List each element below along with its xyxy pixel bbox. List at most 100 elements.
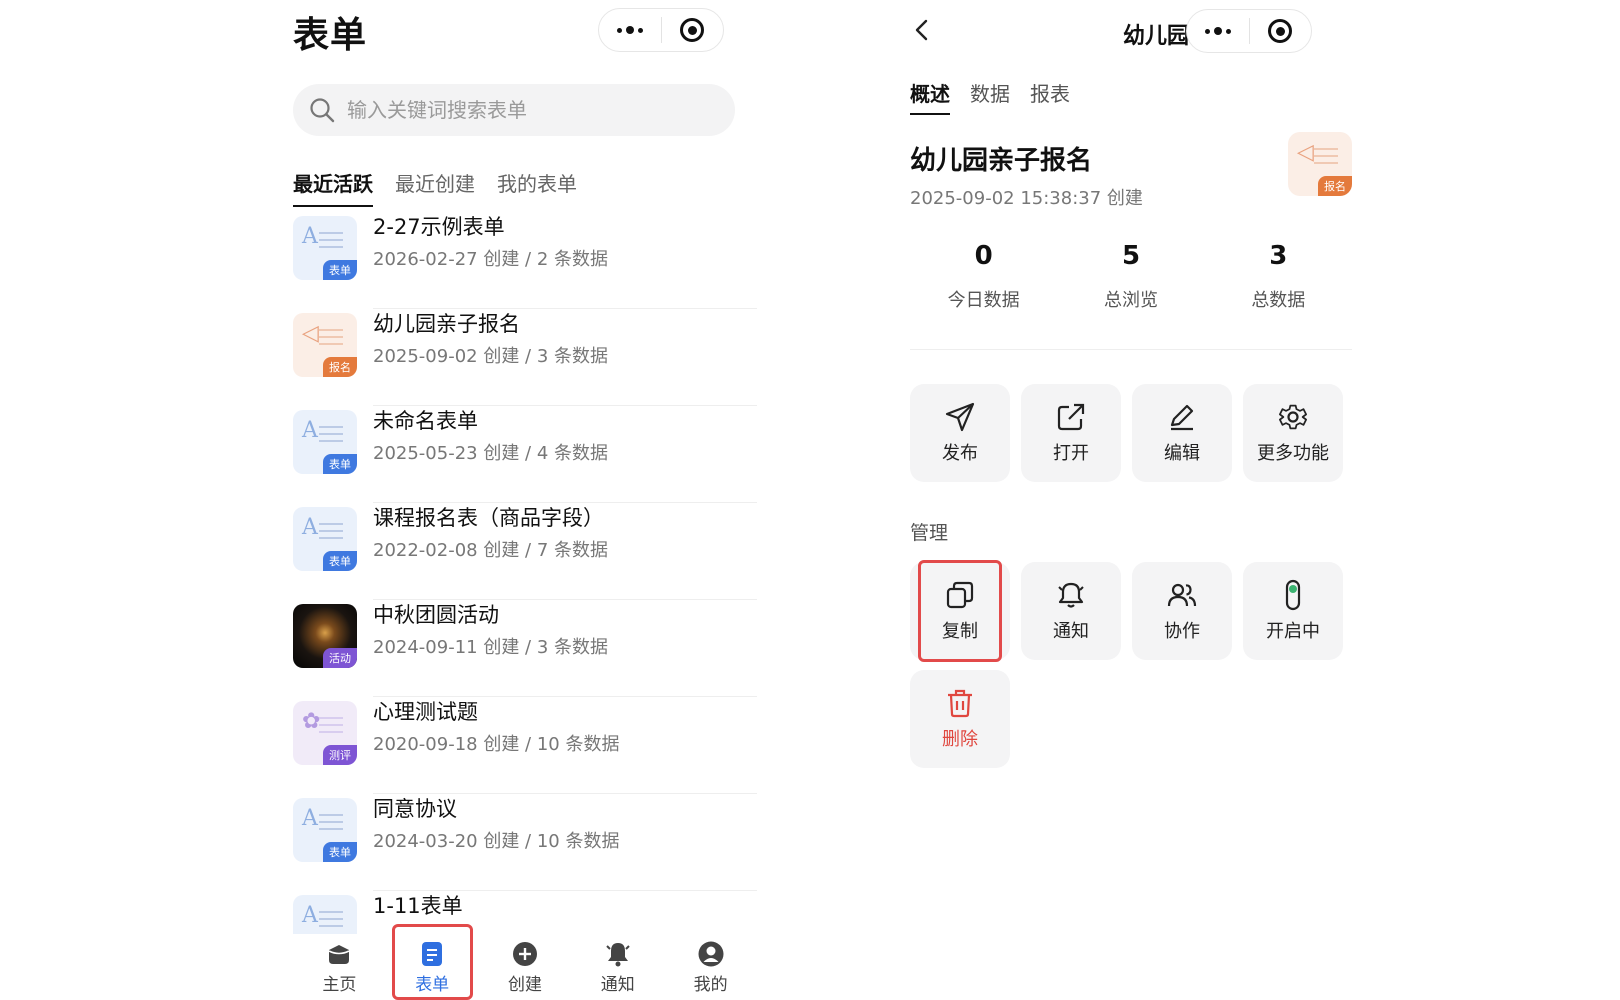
form-thumbnail: A 表单 bbox=[293, 216, 357, 280]
toggle-icon bbox=[1285, 579, 1301, 611]
send-icon bbox=[945, 402, 975, 432]
item-name: 1-11表单 bbox=[373, 894, 463, 918]
stat-label: 今日数据 bbox=[947, 290, 1020, 311]
mini-program-capsule bbox=[1186, 9, 1312, 53]
close-mini-program-button[interactable] bbox=[662, 9, 724, 51]
tab-label: 创建 bbox=[507, 974, 542, 995]
type-badge: 活动 bbox=[323, 648, 357, 668]
publish-button[interactable]: 发布 bbox=[910, 384, 1010, 482]
tab-notify[interactable]: 通知 bbox=[571, 934, 664, 1000]
form-created-date: 2025-09-02 15:38:37 创建 bbox=[910, 188, 1143, 209]
notify-button[interactable]: 通知 bbox=[1021, 562, 1121, 660]
tab-home[interactable]: 主页 bbox=[293, 934, 386, 1000]
stat-views[interactable]: 5 总浏览 bbox=[1057, 238, 1204, 349]
tab-me[interactable]: 我的 bbox=[664, 934, 757, 1000]
target-icon bbox=[1268, 19, 1293, 43]
search-icon bbox=[310, 98, 335, 123]
form-name: 幼儿园亲子报名 bbox=[910, 146, 1093, 176]
list-item[interactable]: A 表单 2-27示例表单 2026-02-27 创建 / 2 条数据 bbox=[293, 212, 757, 309]
close-mini-program-button[interactable] bbox=[1250, 10, 1312, 52]
trash-icon bbox=[948, 689, 972, 718]
mini-program-capsule bbox=[598, 8, 724, 52]
open-button[interactable]: 打开 bbox=[1021, 384, 1121, 482]
item-meta: 2024-09-11 创建 / 3 条数据 bbox=[373, 637, 609, 658]
search-bar[interactable] bbox=[293, 84, 735, 136]
search-input[interactable] bbox=[347, 98, 707, 122]
signup-thumbnail: ◁ 报名 bbox=[293, 313, 357, 377]
list-item[interactable]: 活动 中秋团圆活动 2024-09-11 创建 / 3 条数据 bbox=[293, 600, 757, 697]
megaphone-icon: ◁ bbox=[1297, 140, 1314, 165]
users-icon bbox=[1167, 583, 1197, 607]
bottom-tab-bar: 主页 表单 创建 通知 我的 bbox=[293, 924, 757, 1000]
list-item[interactable]: A 表单 1-11表单 bbox=[293, 891, 757, 934]
home-icon bbox=[329, 944, 350, 964]
pencil-icon bbox=[1170, 404, 1194, 431]
delete-button[interactable]: 删除 bbox=[910, 670, 1010, 768]
item-meta: 2025-09-02 创建 / 3 条数据 bbox=[373, 346, 609, 367]
item-name: 未命名表单 bbox=[373, 409, 478, 433]
tab-report[interactable]: 报表 bbox=[1030, 78, 1070, 115]
item-name: 2-27示例表单 bbox=[373, 215, 505, 239]
item-meta: 2024-03-20 创建 / 10 条数据 bbox=[373, 831, 620, 852]
stat-value: 3 bbox=[1269, 241, 1288, 271]
more-button[interactable] bbox=[599, 9, 661, 51]
list-item[interactable]: ✿ 测评 心理测试题 2020-09-18 创建 / 10 条数据 bbox=[293, 697, 757, 794]
item-meta: 2025-05-23 创建 / 4 条数据 bbox=[373, 443, 609, 464]
type-badge: 报名 bbox=[323, 357, 357, 377]
bell-icon bbox=[606, 942, 630, 966]
type-badge: 报名 bbox=[1318, 176, 1352, 196]
list-item[interactable]: A 表单 课程报名表（商品字段） 2022-02-08 创建 / 7 条数据 bbox=[293, 503, 757, 600]
more-dots-icon bbox=[616, 26, 643, 34]
list-item[interactable]: ◁ 报名 幼儿园亲子报名 2025-09-02 创建 / 3 条数据 bbox=[293, 309, 757, 406]
bell-icon bbox=[1058, 582, 1084, 608]
tab-forms[interactable]: 表单 bbox=[386, 924, 479, 1000]
megaphone-icon: ◁ bbox=[302, 321, 319, 346]
more-button[interactable] bbox=[1187, 10, 1249, 52]
tab-label: 主页 bbox=[322, 974, 357, 995]
item-meta: 2022-02-08 创建 / 7 条数据 bbox=[373, 540, 609, 561]
stat-today[interactable]: 0 今日数据 bbox=[910, 238, 1057, 349]
item-name: 心理测试题 bbox=[373, 700, 478, 724]
user-icon bbox=[698, 941, 724, 966]
type-badge: 表单 bbox=[323, 260, 357, 280]
edit-button[interactable]: 编辑 bbox=[1132, 384, 1232, 482]
management-grid: 复制 通知 协作 开启中 删除 bbox=[910, 560, 1352, 768]
form-thumbnail: ◁ 报名 bbox=[1288, 132, 1352, 196]
item-name: 幼儿园亲子报名 bbox=[373, 312, 520, 336]
copy-button[interactable]: 复制 bbox=[910, 560, 1010, 662]
stat-value: 0 bbox=[974, 241, 993, 271]
tab-label: 通知 bbox=[600, 974, 635, 995]
stat-total[interactable]: 3 总数据 bbox=[1205, 238, 1352, 349]
copy-icon bbox=[946, 581, 974, 609]
tab-data[interactable]: 数据 bbox=[970, 78, 1010, 115]
action-grid: 发布 打开 编辑 更多功能 bbox=[910, 384, 1352, 482]
enabled-toggle[interactable]: 开启中 bbox=[1243, 562, 1343, 660]
more-dots-icon bbox=[1204, 27, 1231, 35]
form-thumbnail: A 表单 bbox=[293, 798, 357, 862]
list-item[interactable]: A 表单 未命名表单 2025-05-23 创建 / 4 条数据 bbox=[293, 406, 757, 503]
form-thumbnail: A 表单 bbox=[293, 895, 357, 934]
item-meta: 2026-02-27 创建 / 2 条数据 bbox=[373, 249, 609, 270]
management-section-label: 管理 bbox=[910, 522, 949, 544]
more-features-button[interactable]: 更多功能 bbox=[1243, 384, 1343, 482]
stat-value: 5 bbox=[1121, 241, 1141, 271]
stats-row: 0 今日数据 5 总浏览 3 总数据 bbox=[910, 238, 1352, 350]
tab-create[interactable]: 创建 bbox=[479, 934, 572, 1000]
stat-label: 总数据 bbox=[1251, 290, 1306, 311]
item-meta: 2020-09-18 创建 / 10 条数据 bbox=[373, 734, 620, 755]
list-item[interactable]: A 表单 同意协议 2024-03-20 创建 / 10 条数据 bbox=[293, 794, 757, 891]
external-link-icon bbox=[1057, 403, 1085, 431]
tab-my-forms[interactable]: 我的表单 bbox=[497, 168, 577, 207]
back-button[interactable] bbox=[908, 16, 936, 44]
stat-label: 总浏览 bbox=[1103, 290, 1158, 311]
tab-label: 我的 bbox=[693, 974, 728, 995]
tab-recent-active[interactable]: 最近活跃 bbox=[293, 168, 373, 207]
item-name: 中秋团圆活动 bbox=[373, 603, 499, 627]
quiz-thumbnail: ✿ 测评 bbox=[293, 701, 357, 765]
tab-recent-created[interactable]: 最近创建 bbox=[395, 168, 475, 207]
detail-tabs: 概述 数据 报表 bbox=[910, 78, 1070, 115]
collaborate-button[interactable]: 协作 bbox=[1132, 562, 1232, 660]
tab-overview[interactable]: 概述 bbox=[910, 78, 950, 115]
target-icon bbox=[680, 18, 705, 42]
type-badge: 表单 bbox=[323, 842, 357, 862]
